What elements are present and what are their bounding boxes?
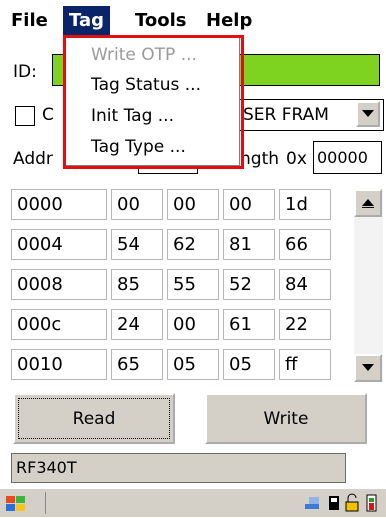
menu-tag[interactable]: Tag: [63, 6, 110, 36]
scroll-down-button[interactable]: [354, 354, 382, 382]
byte-cell[interactable]: 65: [111, 349, 163, 380]
byte-cell[interactable]: 05: [167, 349, 219, 380]
address-cell: 0000: [11, 189, 107, 220]
chevron-up-icon: [362, 199, 374, 208]
start-icon[interactable]: [4, 494, 28, 518]
status-bar: RF340T: [11, 453, 346, 483]
byte-cell[interactable]: 24: [111, 309, 163, 340]
menu-help[interactable]: Help: [200, 6, 258, 36]
byte-cell[interactable]: 55: [167, 269, 219, 300]
byte-cell[interactable]: 84: [279, 269, 331, 300]
address-cell: 000c: [11, 309, 107, 340]
device-icon[interactable]: [327, 494, 341, 516]
highlight-frame: [63, 35, 244, 169]
byte-cell[interactable]: 62: [167, 229, 219, 260]
byte-cell[interactable]: 54: [111, 229, 163, 260]
network-icon[interactable]: [303, 494, 325, 516]
option-checkbox-label: C: [42, 105, 54, 125]
byte-cell[interactable]: 05: [223, 349, 275, 380]
byte-cell[interactable]: 61: [223, 309, 275, 340]
address-cell: 0004: [11, 229, 107, 260]
byte-cell[interactable]: 00: [167, 309, 219, 340]
chevron-down-icon: [362, 364, 374, 371]
address-cell: 0010: [11, 349, 107, 380]
byte-cell[interactable]: 81: [223, 229, 275, 260]
lock-icon[interactable]: [344, 493, 360, 517]
byte-cell[interactable]: 66: [279, 229, 331, 260]
length-field[interactable]: 00000: [313, 141, 382, 174]
byte-cell[interactable]: 00: [167, 189, 219, 220]
tag-type-value: SER FRAM: [243, 105, 329, 125]
byte-cell[interactable]: ff: [279, 349, 331, 380]
address-cell: 0008: [11, 269, 107, 300]
write-button[interactable]: Write: [205, 393, 367, 444]
byte-cell[interactable]: 1d: [279, 189, 331, 220]
length-prefix: 0x: [286, 149, 307, 169]
byte-cell[interactable]: 00: [111, 189, 163, 220]
address-label: Addr: [13, 149, 53, 169]
chevron-down-icon: [362, 110, 374, 117]
byte-cell[interactable]: 00: [223, 189, 275, 220]
menu-tools[interactable]: Tools: [129, 6, 193, 36]
byte-cell[interactable]: 22: [279, 309, 331, 340]
byte-cell[interactable]: 52: [223, 269, 275, 300]
menu-bar: File Tag Tools Help: [0, 0, 386, 40]
dropdown-arrow-button[interactable]: [356, 101, 380, 127]
id-label: ID:: [13, 62, 37, 82]
menu-file[interactable]: File: [5, 6, 54, 36]
read-button[interactable]: Read: [13, 393, 175, 444]
byte-cell[interactable]: 85: [111, 269, 163, 300]
scroll-up-button[interactable]: [354, 189, 382, 217]
option-checkbox[interactable]: [15, 106, 35, 126]
battery-icon[interactable]: [363, 493, 381, 517]
taskbar: [0, 488, 386, 517]
taskbar-divider: [45, 492, 46, 514]
memory-grid: 0000 00 00 00 1d 0004 54 62 81 66 0008 85 55 52 84 000c…: [0, 186, 386, 386]
length-label: ngth: [240, 149, 280, 169]
